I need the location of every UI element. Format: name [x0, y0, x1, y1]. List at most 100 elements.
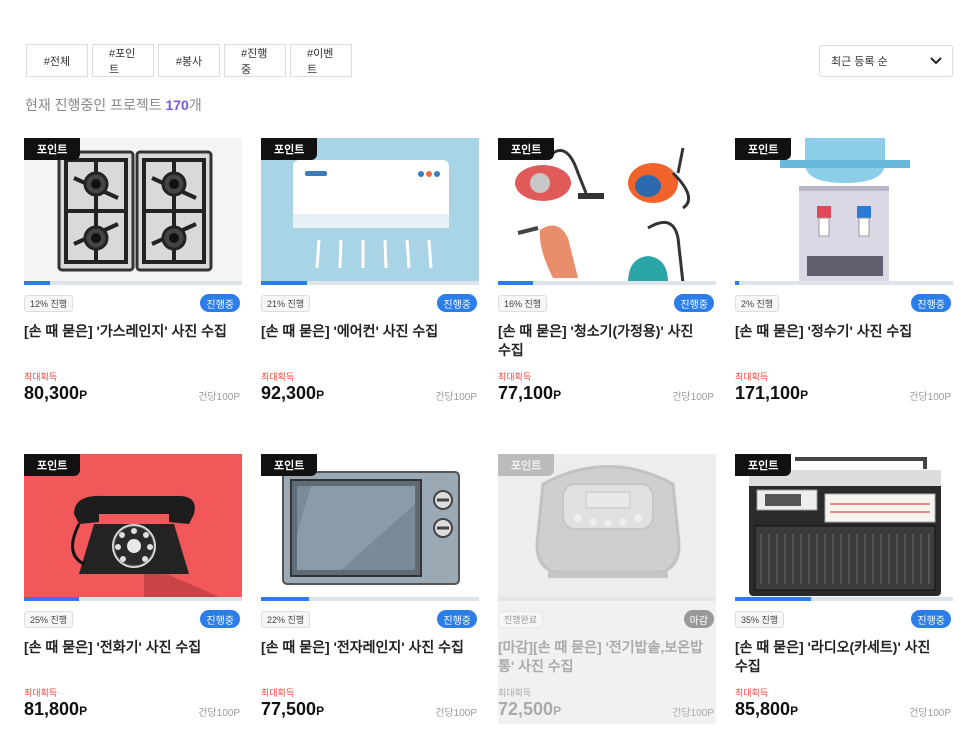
project-count: 현재 진행중인 프로젝트 170개 [25, 95, 202, 115]
progress-fill [735, 597, 812, 601]
per-item-reward: 건당100P [672, 708, 714, 719]
price-unit: P [316, 388, 325, 402]
sort-select[interactable]: 최근 등록 순 [819, 45, 953, 77]
progress-bar [735, 281, 953, 285]
price-unit: P [316, 704, 325, 718]
progress-bar [498, 281, 716, 285]
max-reward-amount: 80,300P [24, 383, 87, 404]
category-badge: 포인트 [498, 138, 555, 160]
progress-fill [498, 281, 533, 285]
progress-label: 진행완료 [498, 611, 544, 628]
max-reward-label: 최대획득 [24, 688, 58, 698]
filter-chips: #전체 #포인트 #봉사 #진행중 #이벤트 [26, 44, 352, 77]
project-card[interactable]: 포인트 21% 진행 진행중 [손 때 묻은] '에어컨' 사진 수집 최대획득… [261, 138, 479, 428]
progress-label: 2% 진행 [735, 295, 780, 312]
status-badge: 진행중 [437, 610, 477, 628]
count-suffix: 개 [188, 97, 202, 113]
price-value: 81,800 [24, 699, 80, 719]
price-value: 80,300 [24, 383, 80, 403]
project-card[interactable]: 포인트 16% 진행 진행중 [손 때 묻은] '청소기(가정용)' 사진 수집… [498, 138, 716, 428]
category-badge: 포인트 [735, 138, 792, 160]
progress-fill [261, 597, 309, 601]
project-card[interactable]: 포인트 12% 진행 진행중 [손 때 묻은] '가스레인지' 사진 수집 최대… [24, 138, 242, 428]
status-badge: 진행중 [200, 294, 240, 312]
per-item-reward: 건당100P [909, 708, 951, 719]
progress-bar [24, 281, 242, 285]
price-value: 72,500 [498, 699, 554, 719]
filter-event-chip[interactable]: #이벤트 [290, 44, 352, 77]
price-value: 77,100 [498, 383, 554, 403]
status-badge: 진행중 [911, 294, 951, 312]
project-title[interactable]: [마감][손 때 묻은] '전기밥솥,보온밥통' 사진 수집 [498, 638, 710, 676]
price-value: 171,100 [735, 383, 801, 403]
per-item-reward: 건당100P [672, 392, 714, 403]
progress-label: 35% 진행 [735, 611, 785, 628]
project-title[interactable]: [손 때 묻은] '청소기(가정용)' 사진 수집 [498, 322, 710, 360]
price-value: 85,800 [735, 699, 791, 719]
per-item-reward: 건당100P [198, 392, 240, 403]
filter-point-chip[interactable]: #포인트 [92, 44, 154, 77]
status-badge: 마감 [683, 610, 714, 628]
project-title[interactable]: [손 때 묻은] '에어컨' 사진 수집 [261, 322, 473, 341]
filter-all-chip[interactable]: #전체 [26, 44, 88, 77]
project-title[interactable]: [손 때 묻은] '전자레인지' 사진 수집 [261, 638, 473, 657]
status-badge: 진행중 [674, 294, 714, 312]
filter-volunteer-chip[interactable]: #봉사 [158, 44, 220, 77]
max-reward-label: 최대획득 [498, 688, 532, 698]
price-unit: P [79, 388, 88, 402]
category-badge: 포인트 [735, 454, 792, 476]
max-reward-amount: 81,800P [24, 699, 87, 720]
max-reward-label: 최대획득 [24, 372, 58, 382]
category-badge: 포인트 [261, 138, 318, 160]
filter-ongoing-chip[interactable]: #진행중 [224, 44, 286, 77]
progress-label: 12% 진행 [24, 295, 74, 312]
progress-bar [735, 597, 953, 601]
price-value: 77,500 [261, 699, 317, 719]
count-number: 170 [165, 97, 189, 113]
per-item-reward: 건당100P [435, 392, 477, 403]
max-reward-label: 최대획득 [735, 688, 769, 698]
price-unit: P [790, 704, 799, 718]
category-badge: 포인트 [24, 454, 81, 476]
progress-label: 22% 진행 [261, 611, 311, 628]
count-prefix: 현재 진행중인 프로젝트 [25, 97, 166, 113]
progress-label: 21% 진행 [261, 295, 311, 312]
progress-fill [261, 281, 307, 285]
price-unit: P [800, 388, 809, 402]
project-card[interactable]: 포인트 25% 진행 진행중 [손 때 묻은] '전화기' 사진 수집 최대획득… [24, 454, 242, 734]
per-item-reward: 건당100P [909, 392, 951, 403]
max-reward-amount: 72,500P [498, 699, 561, 720]
category-badge: 포인트 [261, 454, 318, 476]
max-reward-amount: 92,300P [261, 383, 324, 404]
per-item-reward: 건당100P [435, 708, 477, 719]
progress-label: 16% 진행 [498, 295, 548, 312]
progress-fill [24, 597, 79, 601]
progress-bar [261, 597, 479, 601]
max-reward-label: 최대획득 [498, 372, 532, 382]
sort-selected-label: 최근 등록 순 [831, 56, 888, 68]
progress-bar [24, 597, 242, 601]
progress-bar [261, 281, 479, 285]
price-unit: P [553, 704, 562, 718]
project-card[interactable]: 포인트 22% 진행 진행중 [손 때 묻은] '전자레인지' 사진 수집 최대… [261, 454, 479, 734]
project-card[interactable]: 포인트 35% 진행 진행중 [손 때 묻은] '라디오(카세트)' 사진 수집… [735, 454, 953, 734]
project-title[interactable]: [손 때 묻은] '정수기' 사진 수집 [735, 322, 947, 341]
status-badge: 진행중 [911, 610, 951, 628]
progress-label: 25% 진행 [24, 611, 74, 628]
project-title[interactable]: [손 때 묻은] '가스레인지' 사진 수집 [24, 322, 236, 341]
closed-overlay [498, 454, 716, 724]
category-badge: 포인트 [24, 138, 81, 160]
max-reward-amount: 85,800P [735, 699, 798, 720]
max-reward-label: 최대획득 [261, 688, 295, 698]
project-title[interactable]: [손 때 묻은] '전화기' 사진 수집 [24, 638, 236, 657]
project-card[interactable]: 포인트 2% 진행 진행중 [손 때 묻은] '정수기' 사진 수집 최대획득 … [735, 138, 953, 428]
max-reward-label: 최대획득 [735, 372, 769, 382]
project-title[interactable]: [손 때 묻은] '라디오(카세트)' 사진 수집 [735, 638, 947, 676]
max-reward-amount: 171,100P [735, 383, 808, 404]
price-unit: P [553, 388, 562, 402]
chevron-down-icon [930, 57, 942, 65]
progress-fill [24, 281, 51, 285]
price-value: 92,300 [261, 383, 317, 403]
project-card[interactable]: 포인트 진행완료 마감 [마감][손 때 묻은] '전기밥솥,보온밥통' 사진 … [498, 454, 716, 734]
max-reward-label: 최대획득 [261, 372, 295, 382]
